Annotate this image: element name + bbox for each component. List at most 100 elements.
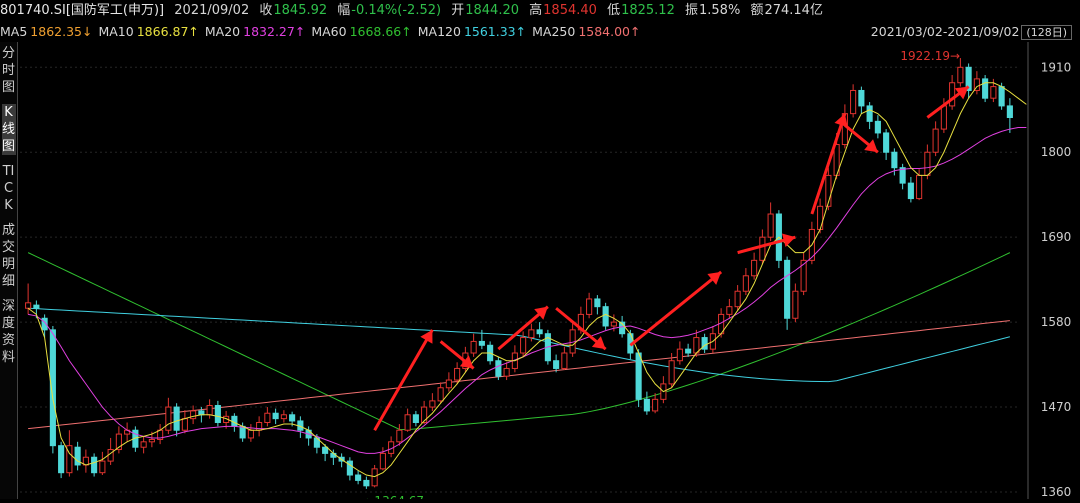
- sidebar-kline[interactable]: K线图: [1, 104, 16, 155]
- candle-body: [676, 348, 683, 362]
- candle-body: [503, 367, 510, 377]
- candle-body: [957, 66, 964, 84]
- candle-body: [866, 105, 873, 122]
- candle-body: [685, 348, 692, 354]
- ma-value-ma20: 1832.27↑: [243, 24, 306, 39]
- ma-value-ma120: 1561.33↑: [463, 24, 527, 39]
- candle-body: [396, 429, 403, 443]
- candle-body: [429, 400, 436, 408]
- candle-body: [932, 128, 939, 153]
- candle-body: [272, 412, 279, 420]
- candle-body: [553, 360, 560, 369]
- candle-body: [528, 329, 535, 339]
- trend-arrow-head: [954, 86, 969, 100]
- sidebar-deals[interactable]: 成交明细: [2, 222, 16, 290]
- candle-body: [652, 398, 659, 412]
- candle-body: [610, 321, 617, 327]
- trend-arrow-head: [781, 233, 796, 248]
- candle-body: [190, 410, 197, 420]
- candle-body: [998, 86, 1005, 107]
- candle-body: [792, 290, 799, 319]
- candle-body: [635, 352, 642, 400]
- ma-label-ma10: MA10: [98, 24, 134, 39]
- candle-body: [668, 360, 675, 385]
- security-code: 801740.SI[国防军工(申万)]: [0, 3, 165, 18]
- candle-body: [594, 298, 601, 308]
- amplitude-label: 振: [684, 3, 698, 18]
- candle-body: [478, 340, 485, 346]
- candle-body: [148, 438, 155, 443]
- y-tick-label: 1580: [1041, 315, 1072, 329]
- candle-body: [767, 213, 774, 238]
- candle-body: [322, 446, 329, 454]
- close-label: 收: [259, 3, 273, 18]
- candle-body: [99, 460, 106, 474]
- candle-body: [495, 360, 502, 377]
- candle-body: [784, 259, 791, 319]
- candle-body: [363, 479, 370, 487]
- candle-body: [371, 468, 378, 487]
- candle-body: [742, 275, 749, 292]
- amplitude-value: 1.58%: [699, 3, 741, 18]
- candle-body: [289, 414, 296, 422]
- candle-body: [536, 329, 543, 335]
- candle-body: [726, 306, 733, 315]
- date-range-days: (128日): [1021, 25, 1072, 40]
- min-price-label: ←1364.67: [364, 494, 424, 499]
- candle-body: [561, 352, 568, 369]
- candle-body: [520, 337, 527, 354]
- low-value: 1825.12: [621, 3, 675, 18]
- candle-body: [198, 410, 205, 416]
- open-label: 开: [451, 3, 465, 18]
- sidebar-depth[interactable]: 深度资料: [2, 298, 16, 366]
- candle-body: [437, 387, 444, 402]
- high-label: 高: [529, 3, 543, 18]
- candle-body: [817, 205, 824, 230]
- y-tick-label: 1910: [1041, 60, 1072, 74]
- sidebar-fenshi[interactable]: 分时图: [2, 45, 16, 96]
- quote-header: 801740.SI[国防军工(申万)] 2021/09/02 收1845.92 …: [0, 0, 1080, 22]
- candle-body: [214, 405, 221, 424]
- candle-body: [982, 78, 989, 99]
- max-price-label: 1922.19→: [900, 49, 960, 63]
- close-value: 1845.92: [273, 3, 328, 18]
- ma-label-ma120: MA120: [417, 24, 461, 39]
- candle-body: [412, 414, 419, 424]
- candle-body: [949, 82, 956, 107]
- low-label: 低: [607, 3, 621, 18]
- candle-body: [883, 132, 890, 153]
- open-value: 1844.20: [465, 3, 519, 18]
- candle-body: [140, 441, 147, 448]
- candle-body: [404, 414, 411, 431]
- ma-label-ma5: MA5: [0, 24, 28, 39]
- trend-arrow: [629, 270, 723, 347]
- candle-body: [346, 460, 353, 476]
- candle-body: [940, 105, 947, 130]
- candle-body: [850, 89, 857, 115]
- candle-body: [33, 304, 40, 309]
- candle-body: [206, 405, 213, 416]
- candle-body: [858, 89, 865, 107]
- candle-body: [264, 412, 271, 424]
- date-range[interactable]: 2021/03/02-2021/09/02 (128日): [871, 22, 1072, 43]
- kline-chart[interactable]: 1360 1470 1580 1690 1800 1910 1922.19→ ←1364.67: [18, 42, 1080, 503]
- candle-body: [247, 429, 254, 439]
- kline-svg: 1360 1470 1580 1690 1800 1910 1922.19→ ←1364.67: [20, 42, 1072, 503]
- ma-label-ma20: MA20: [204, 24, 241, 39]
- y-tick-label: 1800: [1041, 145, 1072, 159]
- date-range-text: 2021/03/02-2021/09/02: [870, 24, 1020, 39]
- quote-date: 2021/09/02: [174, 3, 250, 18]
- ma-value-ma60: 1668.66↑: [349, 24, 412, 39]
- ma-label-ma250: MA250: [532, 24, 576, 39]
- candle-body: [643, 398, 650, 412]
- y-tick-label: 1360: [1041, 485, 1072, 499]
- candle-body: [470, 340, 477, 354]
- candle-body: [734, 290, 741, 308]
- candle-body: [421, 406, 428, 424]
- candle-body: [751, 259, 758, 277]
- candle-body: [355, 474, 362, 481]
- candle-body: [445, 379, 452, 389]
- candle-body: [1006, 105, 1013, 118]
- y-tick-label: 1690: [1041, 230, 1072, 244]
- sidebar-tick[interactable]: TICK: [2, 163, 16, 214]
